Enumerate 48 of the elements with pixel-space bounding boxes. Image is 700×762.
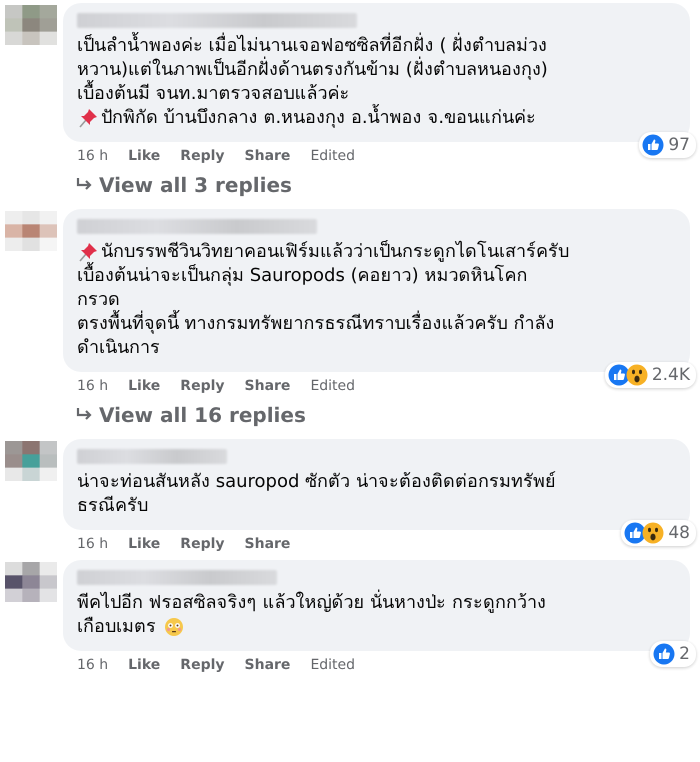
comment-text: เบื้องต้นน่าจะเป็นกลุ่ม Sauropods (คอยาว) หมวดหินโคก [77,264,528,288]
reaction-count: 48 [668,523,690,543]
pushpin-icon [77,107,99,129]
comment-text: ธรณีครับ [77,494,148,518]
timestamp: 16 h [77,148,108,164]
comment-action-link[interactable]: Share [244,378,290,394]
blurred-avatar [5,441,57,481]
comment-text: เกือบเมตร [77,615,156,639]
comment-action-link[interactable]: Like [128,148,160,164]
flushed-emoji-icon [164,617,184,637]
comment-action-link[interactable]: Share [244,657,290,673]
edited-label: Edited [310,148,356,164]
comment-action-link[interactable]: Share [244,148,290,164]
comment-action-link[interactable]: Reply [180,378,225,394]
reaction-count: 2 [679,644,690,664]
comment-text: กรวด [77,288,120,310]
timestamp: 16 h [77,378,108,394]
comment-action-link[interactable]: Like [128,657,160,673]
comment-action-link[interactable]: Share [244,536,290,552]
comment-action-link[interactable]: Reply [180,148,225,164]
timestamp: 16 h [77,536,108,552]
blurred-avatar [5,562,57,602]
comment-action-link[interactable]: Like [128,378,160,394]
reaction-count: 97 [668,135,690,155]
blurred-avatar [5,5,57,45]
reaction-summary[interactable]: 2.4K [604,362,696,388]
comment-text: ตรงพื้นที่จุดนี้ ทางกรมทรัพยากรธรณีทราบเรื่องแล้วครับ กำลัง [77,312,554,336]
comment-text: เบื้องต้นมี จนท.มาตรวจสอบแล้วค่ะ [77,82,350,106]
comment-text: เป็นลำน้ำพองค่ะ เมื่อไม่นานเจอฟอซซิลที่อีกฝั่ง ( ฝั่งตำบลม่วง [77,34,548,58]
reaction-summary[interactable]: 2 [650,641,696,667]
comment-action-link[interactable]: Reply [180,536,225,552]
reaction-summary[interactable]: 48 [621,520,696,546]
comment-action-link[interactable]: Like [128,536,160,552]
blurred-avatar [5,211,57,251]
reaction-summary[interactable]: 97 [639,132,696,158]
comment-text: ดำเนินการ [77,336,160,360]
comment-text: ปักพิกัด บ้านบึงกลาง ต.หนองกุง อ.น้ำพอง จ.ขอนแก่นค่ะ [101,106,536,130]
reaction-count: 2.4K [652,365,690,385]
comment-text: พีคไปอีก ฟรอสซิลจริงๆ แล้วใหญ่ด้วย นั่นหางป่ะ กระดูกกว้าง [77,591,546,615]
pushpin-icon [77,241,99,263]
view-replies-link[interactable]: View all 16 replies [63,394,690,427]
edited-label: Edited [310,657,356,673]
edited-label: Edited [310,378,356,394]
timestamp: 16 h [77,657,108,673]
comment-text: นักบรรพชีวินวิทยาคอนเฟิร์มแล้วว่าเป็นกระดูกไดโนเสาร์ครับ [101,240,569,262]
comment-action-link[interactable]: Reply [180,657,225,673]
comment-text: น่าจะท่อนสันหลัง sauropod ซักตัว น่าจะต้องติดต่อกรมทรัพย์ [77,470,556,494]
view-replies-link[interactable]: View all 3 replies [63,164,690,197]
